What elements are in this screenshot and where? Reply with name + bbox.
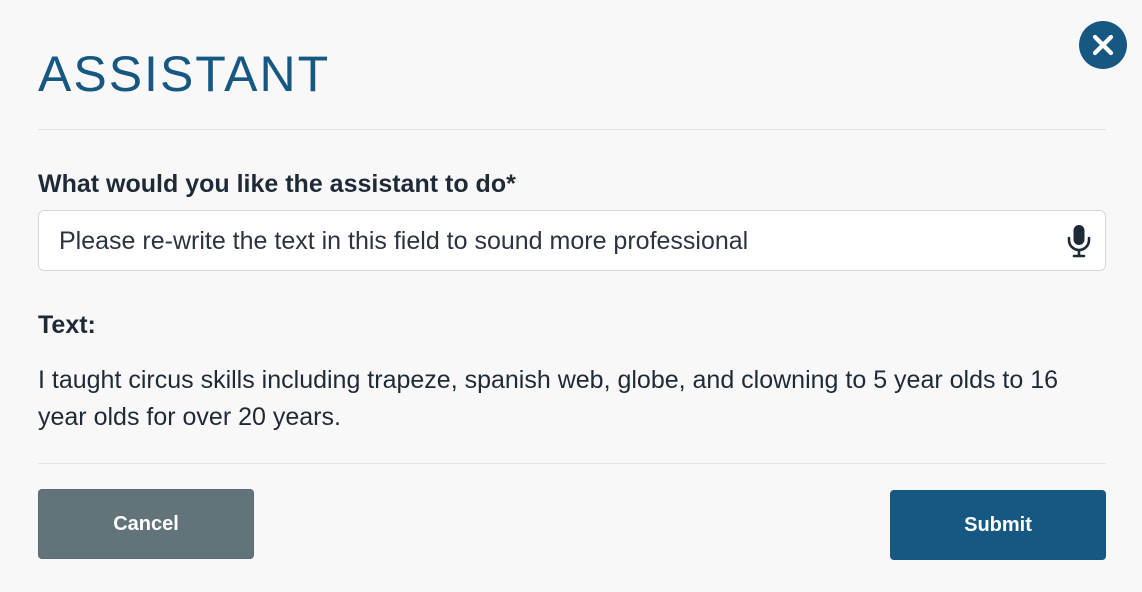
microphone-icon: [1067, 225, 1091, 258]
source-text: I taught circus skills including trapeze…: [38, 366, 1059, 431]
submit-button[interactable]: Submit: [890, 490, 1106, 560]
prompt-input[interactable]: Please re-write the text in this field t…: [38, 210, 1106, 271]
close-icon: [1092, 34, 1114, 56]
microphone-button[interactable]: [1061, 223, 1097, 259]
assistant-dialog: ASSISTANT What would you like the assist…: [0, 0, 1142, 592]
dialog-title: ASSISTANT: [38, 46, 331, 102]
text-label: Text:: [38, 311, 96, 339]
footer-divider: [38, 463, 1106, 464]
prompt-label: What would you like the assistant to do*: [38, 170, 516, 198]
close-button[interactable]: [1079, 21, 1127, 69]
prompt-input-value[interactable]: Please re-write the text in this field t…: [59, 224, 1059, 258]
cancel-button[interactable]: Cancel: [38, 489, 254, 559]
header-divider: [38, 129, 1106, 130]
